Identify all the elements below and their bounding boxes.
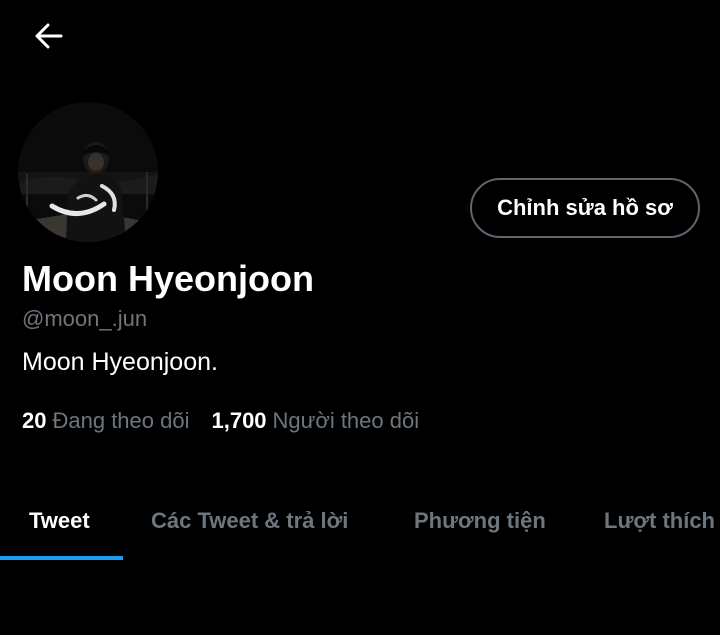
tab-tweets[interactable]: Tweet — [29, 490, 90, 552]
avatar[interactable] — [18, 102, 158, 242]
back-button[interactable] — [22, 14, 76, 58]
edit-profile-button[interactable]: Chỉnh sửa hồ sơ — [470, 178, 700, 238]
tab-tweets-and-replies[interactable]: Các Tweet & trả lời — [151, 490, 348, 552]
followers-count: 1,700 — [211, 408, 267, 433]
tab-likes[interactable]: Lượt thích — [604, 490, 715, 552]
following-count: 20 — [22, 408, 47, 433]
profile-bio: Moon Hyeonjoon. — [22, 348, 218, 376]
profile-photo — [18, 102, 158, 242]
active-tab-indicator — [0, 556, 123, 560]
follow-stats: 20 Đang theo dõi 1,700 Người theo dõi — [22, 408, 419, 434]
display-name: Moon Hyeonjoon — [22, 258, 314, 299]
profile-tabs: Tweet Các Tweet & trả lời Phương tiện Lư… — [0, 490, 720, 562]
following-label: Đang theo dõi — [52, 408, 190, 433]
user-handle: @moon_.jun — [22, 306, 148, 331]
arrow-left-icon — [35, 23, 63, 49]
tab-media[interactable]: Phương tiện — [414, 490, 546, 552]
followers-link[interactable]: 1,700 Người theo dõi — [211, 408, 419, 434]
following-link[interactable]: 20 Đang theo dõi — [22, 408, 189, 434]
followers-label: Người theo dõi — [272, 408, 420, 433]
